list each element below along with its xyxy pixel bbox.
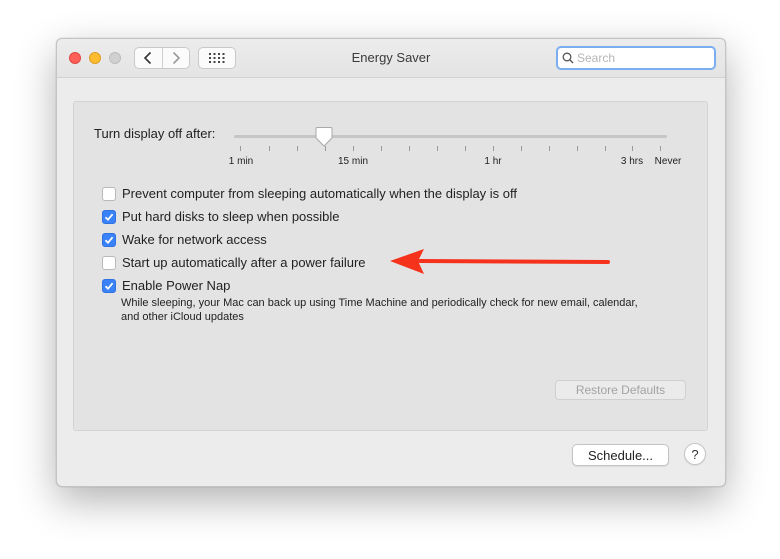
- tick-label-15-min: 15 min: [337, 156, 369, 167]
- power-nap-option[interactable]: Enable Power Nap: [102, 278, 230, 293]
- help-button[interactable]: ?: [684, 443, 706, 465]
- startup-power-failure-checkbox[interactable]: [102, 255, 116, 270]
- tick-label-1-hr: 1 hr: [484, 156, 502, 167]
- power-nap-label: Enable Power Nap: [122, 278, 231, 293]
- wake-network-option[interactable]: Wake for network access: [102, 232, 267, 247]
- hard-disk-sleep-checkbox[interactable]: [102, 209, 116, 224]
- checkmark-icon: [104, 213, 114, 221]
- schedule-button[interactable]: Schedule...: [572, 444, 669, 466]
- startup-power-failure-label: Start up automatically after a power fai…: [122, 255, 366, 270]
- annotation-arrow-icon: [390, 249, 610, 274]
- hard-disk-sleep-label: Put hard disks to sleep when possible: [122, 209, 340, 224]
- power-nap-description: While sleeping, your Mac can back up usi…: [121, 297, 638, 323]
- startup-power-failure-option[interactable]: Start up automatically after a power fai…: [102, 255, 366, 270]
- search-icon: [562, 52, 574, 64]
- wake-network-checkbox[interactable]: [102, 232, 116, 247]
- display-sleep-slider-track[interactable]: [234, 135, 667, 138]
- checkmark-icon: [104, 282, 114, 290]
- tick-label-1-min: 1 min: [228, 156, 254, 167]
- display-sleep-label: Turn display off after:: [94, 126, 216, 141]
- prevent-sleep-label: Prevent computer from sleeping automatic…: [122, 186, 518, 201]
- restore-defaults-button[interactable]: Restore Defaults: [555, 380, 686, 400]
- search-field[interactable]: [556, 46, 716, 70]
- tick-label-3-hrs: 3 hrs: [620, 156, 644, 167]
- checkmark-icon: [104, 236, 114, 244]
- wake-network-label: Wake for network access: [122, 232, 267, 247]
- prevent-sleep-option[interactable]: Prevent computer from sleeping automatic…: [102, 186, 517, 201]
- power-nap-checkbox[interactable]: [102, 278, 116, 293]
- prevent-sleep-checkbox[interactable]: [102, 186, 116, 201]
- display-sleep-slider-thumb[interactable]: [315, 126, 333, 148]
- title-bar: Energy Saver: [57, 39, 725, 78]
- tick-label-never: Never: [654, 156, 682, 167]
- hard-disk-sleep-option[interactable]: Put hard disks to sleep when possible: [102, 209, 340, 224]
- search-input[interactable]: [574, 51, 697, 65]
